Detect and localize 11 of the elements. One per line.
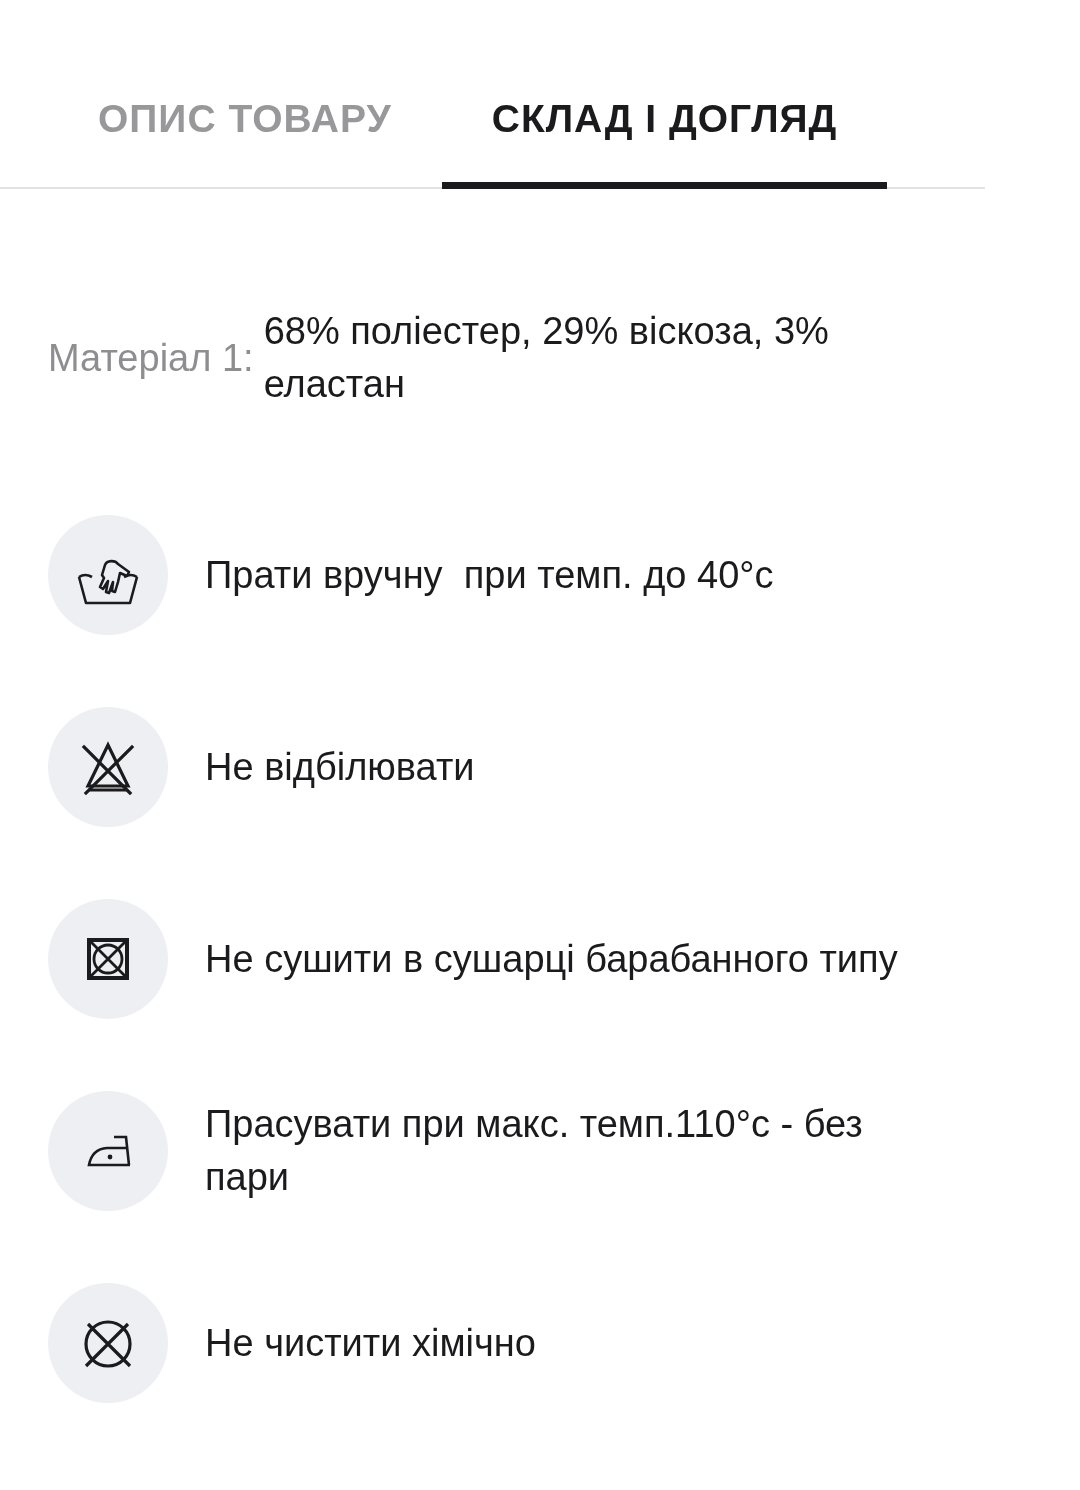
iron-icon: [48, 1091, 168, 1211]
care-instruction: Не відбілювати: [205, 744, 476, 790]
care-instruction: Прасувати при макс. темп.110°c - без пари: [205, 1102, 864, 1200]
material-value: 68% поліестер, 29% віскоза, 3% еластан: [263, 309, 830, 407]
material-label: Матеріал 1:: [48, 335, 254, 381]
tab[interactable]: СКЛАД І ДОГЛЯД: [441, 72, 888, 189]
care-instruction: Прати вручну при темп. до 40°c: [205, 552, 775, 598]
care-instruction: Не чистити хімічно: [205, 1320, 537, 1366]
crossed-circle-icon: [48, 1283, 168, 1403]
hand-in-tub-icon: [48, 515, 168, 635]
care-instruction: Не сушити в сушарці барабанного типу: [205, 936, 899, 982]
